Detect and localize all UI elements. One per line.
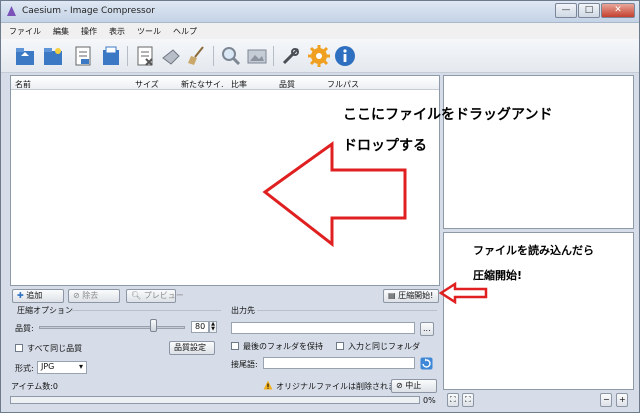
open-folder-icon[interactable]: [41, 44, 65, 68]
column-quality[interactable]: 品質: [279, 79, 295, 90]
add-button[interactable]: ✚ 追加: [12, 289, 64, 303]
remove-list-icon[interactable]: [133, 44, 157, 68]
start-instruction-line1: ファイルを読み込んだら: [473, 244, 594, 257]
quality-slider[interactable]: [39, 326, 185, 329]
toolbar-separator: [273, 46, 274, 66]
no-entry-icon: ⊘: [73, 291, 80, 300]
warning-icon: [263, 380, 273, 390]
title-bar: Caesium - Image Compressor — □ ✕: [1, 1, 639, 23]
menu-edit[interactable]: 編集: [53, 26, 69, 37]
actual-size-icon: ⛶: [465, 395, 471, 404]
start-arrow-icon: [439, 282, 488, 304]
progress-bar: [10, 396, 420, 404]
list-header: 名前 サイズ 新たなサイ. 比率 品質 フルパス: [11, 76, 439, 90]
menu-help[interactable]: ヘルプ: [173, 26, 197, 37]
open-file-icon[interactable]: [13, 44, 37, 68]
browse-button[interactable]: ...: [420, 322, 434, 336]
menu-view[interactable]: 表示: [109, 26, 125, 37]
maximize-button[interactable]: □: [578, 3, 600, 18]
keep-structure-checkbox[interactable]: [231, 342, 239, 350]
magnifier-icon[interactable]: [219, 44, 243, 68]
zoom-actual-button[interactable]: ⛶: [462, 393, 474, 407]
toolbar-separator: [213, 46, 214, 66]
clear-icon[interactable]: [159, 44, 183, 68]
app-icon: [7, 6, 16, 16]
quality-spinner[interactable]: ▲ ▼: [209, 321, 217, 333]
keep-structure-label: 最後のフォルダを保持: [243, 342, 323, 351]
same-quality-checkbox[interactable]: [15, 344, 23, 352]
menu-operation[interactable]: 操作: [81, 26, 97, 37]
toolbar: [1, 39, 639, 73]
minus-icon: −: [603, 395, 610, 404]
format-select[interactable]: JPG ▾: [37, 361, 87, 374]
plus-icon: +: [619, 395, 626, 404]
broom-icon[interactable]: [185, 44, 209, 68]
plus-icon: ✚: [17, 291, 24, 300]
magnifier-small-icon: 🔍︎: [131, 291, 142, 300]
column-full-path[interactable]: フルパス: [327, 79, 359, 90]
item-count: アイテム数:0: [11, 382, 58, 391]
column-size[interactable]: サイズ: [135, 79, 159, 90]
fit-icon: ⛶: [450, 395, 456, 404]
quality-settings-button[interactable]: 品質設定: [169, 341, 215, 355]
quality-label: 品質:: [15, 324, 34, 333]
drop-instruction-line1: ここにファイルをドラッグアンド: [343, 107, 553, 123]
group-divider: [71, 310, 221, 311]
drop-instruction-line2: ドロップする: [343, 138, 427, 154]
preview-pane: [443, 75, 634, 229]
same-quality-label: すべて同じ品質: [27, 344, 83, 353]
preview-button[interactable]: 🔍︎ プレビュー: [126, 289, 184, 303]
settings-gear-icon[interactable]: [307, 44, 331, 68]
toolbar-separator: [127, 46, 128, 66]
dropdown-arrow-icon: ▾: [78, 362, 83, 371]
quality-slider-thumb[interactable]: [150, 319, 158, 332]
column-ratio[interactable]: 比率: [231, 79, 247, 90]
menu-bar: ファイル 編集 操作 表示 ツール ヘルプ: [1, 23, 639, 39]
remove-button[interactable]: ⊘ 除去: [68, 289, 120, 303]
compression-options-label: 圧縮オプション: [17, 306, 73, 315]
delete-warning-text: オリジナルファイルは削除されます!: [276, 382, 408, 391]
menu-tools[interactable]: ツール: [137, 26, 161, 37]
quality-value-field[interactable]: 80: [191, 321, 209, 333]
minimize-button[interactable]: —: [555, 3, 577, 18]
column-name[interactable]: 名前: [15, 79, 31, 90]
progress-percent: 0%: [423, 396, 436, 405]
refresh-icon[interactable]: [420, 357, 433, 370]
menu-file[interactable]: ファイル: [9, 26, 41, 37]
drop-arrow-icon: [262, 141, 407, 248]
tools-icon[interactable]: [279, 44, 303, 68]
start-instruction-line2: 圧縮開始!: [473, 269, 523, 282]
window-title: Caesium - Image Compressor: [22, 6, 155, 16]
suffix-label: 接尾語:: [231, 360, 258, 369]
compress-icon: ▤: [388, 291, 396, 300]
stop-button[interactable]: ⊘ 中止: [391, 379, 437, 393]
same-as-input-label: 入力と同じフォルダ: [348, 342, 420, 351]
column-new-size[interactable]: 新たなサイ.: [181, 79, 224, 90]
start-compress-button[interactable]: ▤ 圧縮開始!: [383, 289, 439, 303]
group-divider: [257, 310, 437, 311]
save-list-icon[interactable]: [71, 44, 95, 68]
close-button[interactable]: ✕: [601, 3, 635, 18]
output-path-field[interactable]: [231, 322, 415, 334]
preview-icon[interactable]: [245, 44, 269, 68]
info-icon[interactable]: [333, 44, 357, 68]
suffix-field[interactable]: [263, 357, 415, 369]
format-label: 形式:: [15, 364, 34, 373]
save-icon[interactable]: [99, 44, 123, 68]
zoom-fit-button[interactable]: ⛶: [447, 393, 459, 407]
stop-icon: ⊘: [396, 381, 403, 390]
output-label: 出力先: [231, 306, 255, 315]
same-as-input-checkbox[interactable]: [336, 342, 344, 350]
zoom-in-button[interactable]: +: [616, 393, 628, 407]
zoom-out-button[interactable]: −: [600, 393, 612, 407]
